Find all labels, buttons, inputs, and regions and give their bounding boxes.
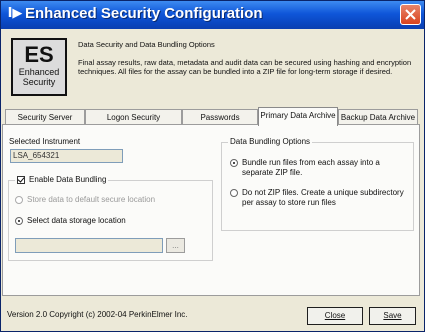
select-storage-location-label: Select data storage location — [27, 216, 126, 225]
data-bundling-options-group: Data Bundling Options Bundle run files f… — [221, 137, 414, 231]
tab-panel-primary-data-archive: Selected Instrument LSA_654321 Enable Da… — [2, 124, 420, 296]
window-title: Enhanced Security Configuration — [25, 5, 263, 22]
bundle-zip-label-line2: separate ZIP file. — [242, 168, 303, 177]
logo-subtext-2: Security — [22, 77, 56, 87]
tab-strip: Security Server Logon Security Passwords… — [1, 107, 424, 126]
enable-data-bundling-checkbox[interactable] — [17, 176, 25, 184]
bundle-zip-radio[interactable] — [230, 159, 238, 167]
app-icon: I▶ — [7, 6, 23, 21]
data-bundling-options-legend: Data Bundling Options — [228, 137, 313, 146]
data-bundling-group: Enable Data Bundling Store data to defau… — [8, 175, 213, 261]
store-default-location-radio[interactable] — [15, 196, 23, 204]
tab-passwords[interactable]: Passwords — [182, 109, 258, 125]
tab-backup-data-archive[interactable]: Backup Data Archive — [338, 109, 418, 125]
enable-data-bundling-label: Enable Data Bundling — [29, 175, 107, 184]
no-zip-label-line1: Do not ZIP files. Create a unique subdir… — [242, 188, 404, 197]
security-config-window: I▶ Enhanced Security Configuration ES En… — [0, 0, 425, 332]
selected-instrument-field[interactable]: LSA_654321 — [10, 149, 123, 163]
no-zip-radio[interactable] — [230, 189, 238, 197]
no-zip-label-line2: per assay to store run files — [242, 198, 336, 207]
title-bar[interactable]: I▶ Enhanced Security Configuration — [1, 1, 424, 29]
close-icon — [405, 9, 416, 20]
browse-button[interactable]: ... — [166, 238, 185, 253]
tab-logon-security[interactable]: Logon Security — [85, 109, 182, 125]
close-button[interactable]: Close — [307, 307, 363, 325]
storage-location-input[interactable] — [15, 238, 163, 253]
store-default-location-label: Store data to default secure location — [27, 195, 156, 204]
tab-primary-data-archive[interactable]: Primary Data Archive — [258, 107, 338, 126]
version-text: Version 2.0 Copyright (c) 2002-04 Perkin… — [7, 310, 188, 319]
selected-instrument-label: Selected Instrument — [9, 137, 81, 146]
close-window-button[interactable] — [400, 4, 421, 25]
logo-subtext-1: Enhanced — [18, 67, 60, 77]
es-logo: ES Enhanced Security — [11, 38, 67, 96]
header-description: Final assay results, raw data, metadata … — [78, 58, 412, 76]
logo-text: ES — [24, 42, 54, 67]
save-button[interactable]: Save — [369, 307, 416, 325]
select-storage-location-radio[interactable] — [15, 217, 23, 225]
bundle-zip-label-line1: Bundle run files from each assay into a — [242, 158, 380, 167]
header-title: Data Security and Data Bundling Options — [78, 40, 215, 49]
tab-security-server[interactable]: Security Server — [5, 109, 85, 125]
